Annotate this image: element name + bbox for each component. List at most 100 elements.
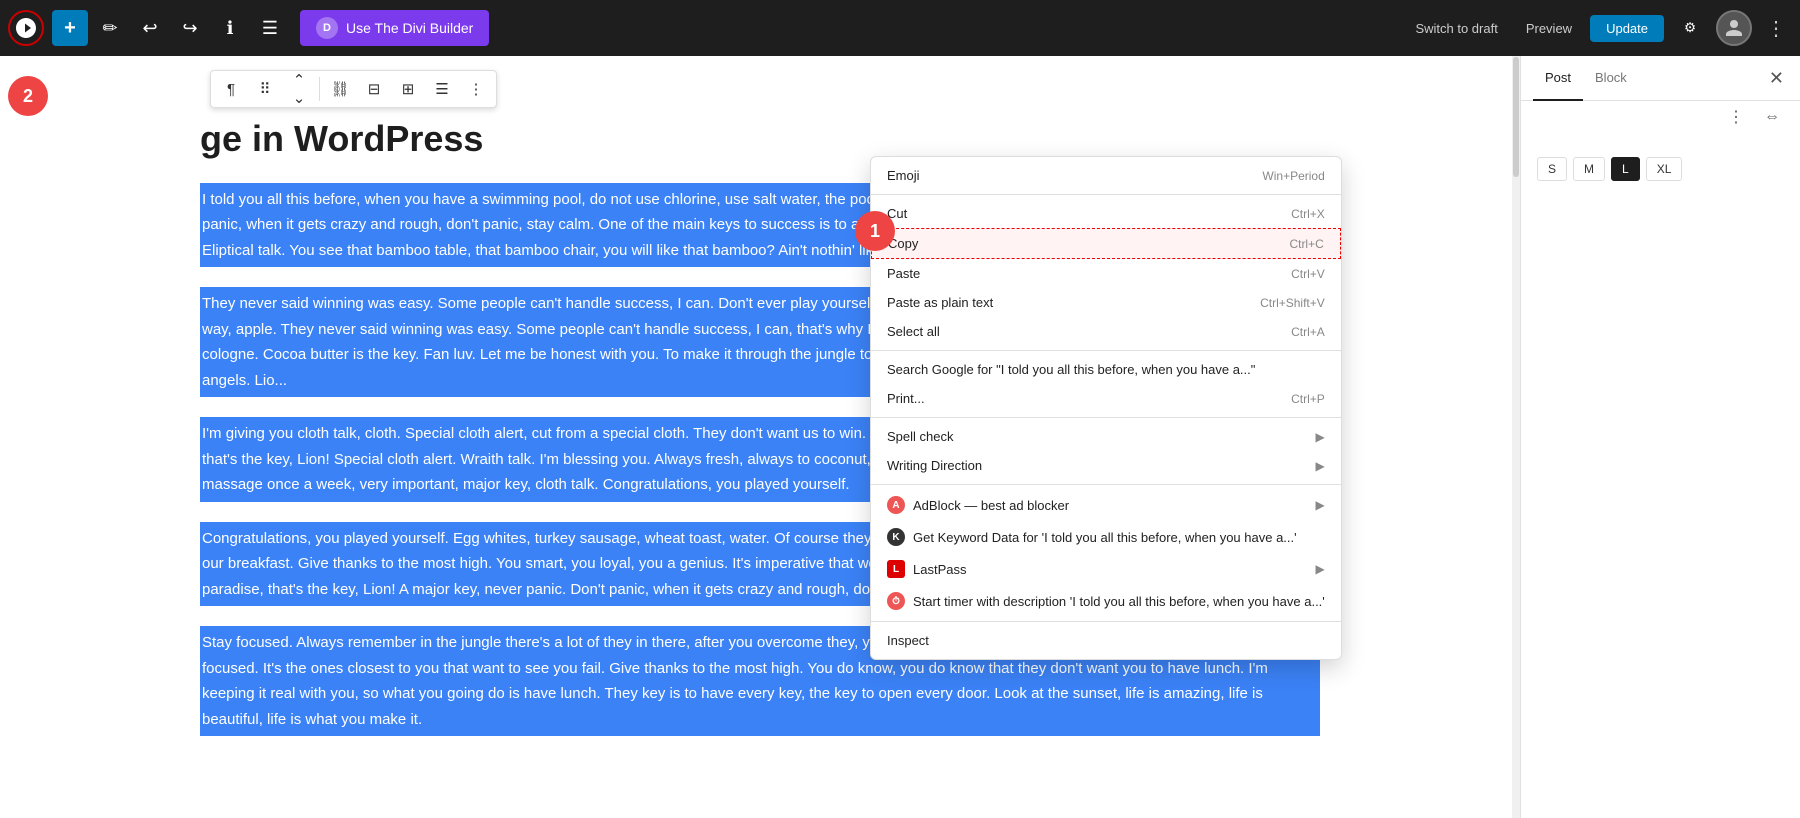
lastpass-icon: L: [887, 560, 905, 578]
ctx-inspect-label: Inspect: [887, 633, 929, 648]
ctx-keyword[interactable]: K Get Keyword Data for 'I told you all t…: [871, 521, 1341, 553]
add-block-button[interactable]: +: [52, 10, 88, 46]
ctx-paste-plain-label: Paste as plain text: [887, 295, 993, 310]
ctx-copy[interactable]: Copy Ctrl+C: [871, 228, 1341, 259]
timer-icon: ⏱: [887, 592, 905, 610]
ctx-lastpass-left: L LastPass: [887, 560, 966, 578]
ctx-spell-check-arrow: ▶: [1316, 430, 1325, 444]
size-l[interactable]: L: [1611, 157, 1640, 181]
sidebar-action-1[interactable]: ⋮: [1720, 101, 1752, 133]
ctx-select-all-shortcut: Ctrl+A: [1291, 325, 1325, 339]
adblock-icon: A: [887, 496, 905, 514]
ctx-divider-4: [871, 484, 1341, 485]
ctx-paste-plain[interactable]: Paste as plain text Ctrl+Shift+V: [871, 288, 1341, 317]
ctx-lastpass-arrow: ▶: [1316, 562, 1325, 576]
ctx-adblock-label: AdBlock — best ad blocker: [913, 498, 1069, 513]
update-button[interactable]: Update: [1590, 15, 1664, 42]
ctx-emoji-label: Emoji: [887, 168, 920, 183]
block-toolbar: ¶ ⠿ ⌃⌄ ⛓ ⊟ ⊞ ☰ ⋮: [210, 70, 497, 108]
ctx-print-label: Print...: [887, 391, 925, 406]
divi-builder-button[interactable]: D Use The Divi Builder: [300, 10, 489, 46]
top-bar: + ✏ ↩ ↪ ℹ ☰ D Use The Divi Builder Switc…: [0, 0, 1800, 56]
ctx-writing-direction-label: Writing Direction: [887, 458, 982, 473]
ctx-timer-label: Start timer with description 'I told you…: [913, 594, 1325, 609]
ctx-timer-left: ⏱ Start timer with description 'I told y…: [887, 592, 1325, 610]
context-menu: Emoji Win+Period Cut Ctrl+X Copy Ctrl+C …: [870, 156, 1342, 660]
size-m[interactable]: M: [1573, 157, 1605, 181]
scrollbar-thumb: [1513, 57, 1519, 177]
ctx-cut[interactable]: Cut Ctrl+X: [871, 199, 1341, 228]
ctx-paste[interactable]: Paste Ctrl+V: [871, 259, 1341, 288]
size-xl[interactable]: XL: [1646, 157, 1683, 181]
ctx-timer[interactable]: ⏱ Start timer with description 'I told y…: [871, 585, 1341, 617]
ctx-print-shortcut: Ctrl+P: [1291, 392, 1325, 406]
switch-draft-button[interactable]: Switch to draft: [1405, 15, 1507, 42]
size-s[interactable]: S: [1537, 157, 1567, 181]
badge-1: 1: [855, 211, 895, 251]
more-options-button[interactable]: ⋮: [1760, 12, 1792, 45]
ctx-copy-shortcut: Ctrl+C: [1289, 237, 1323, 251]
ctx-spell-check[interactable]: Spell check ▶: [871, 422, 1341, 451]
ctx-keyword-label: Get Keyword Data for 'I told you all thi…: [913, 530, 1297, 545]
ctx-paste-label: Paste: [887, 266, 920, 281]
ctx-cut-shortcut: Ctrl+X: [1291, 207, 1325, 221]
ctx-search-google[interactable]: Search Google for "I told you all this b…: [871, 355, 1341, 384]
redo-button[interactable]: ↪: [172, 10, 208, 46]
sidebar-action-2[interactable]: ⇔: [1756, 101, 1788, 133]
preview-button[interactable]: Preview: [1516, 15, 1582, 42]
sidebar-close-button[interactable]: ✕: [1765, 64, 1788, 93]
divi-label: Use The Divi Builder: [346, 20, 473, 36]
ctx-divider-5: [871, 621, 1341, 622]
ctx-inspect[interactable]: Inspect: [871, 626, 1341, 655]
ctx-divider-2: [871, 350, 1341, 351]
undo-button[interactable]: ↩: [132, 10, 168, 46]
columns-button[interactable]: ⊟: [358, 73, 390, 105]
sidebar-tabs: Post Block ✕: [1521, 56, 1800, 101]
drag-handle-button[interactable]: ⠿: [249, 73, 281, 105]
more-options-toolbar-button[interactable]: ⋮: [460, 73, 492, 105]
justify-button[interactable]: ☰: [426, 73, 458, 105]
main-area: ¶ ⠿ ⌃⌄ ⛓ ⊟ ⊞ ☰ ⋮ ge in WordPress I told …: [0, 56, 1800, 818]
sidebar-content: S M L XL: [1521, 133, 1800, 818]
tab-post[interactable]: Post: [1533, 56, 1583, 101]
right-sidebar: Post Block ✕ ⋮ ⇔ S M L XL: [1520, 56, 1800, 818]
ctx-writing-direction-arrow: ▶: [1316, 459, 1325, 473]
ctx-paste-shortcut: Ctrl+V: [1291, 267, 1325, 281]
toolbar-divider-1: [319, 77, 320, 101]
ctx-writing-direction[interactable]: Writing Direction ▶: [871, 451, 1341, 480]
ctx-lastpass[interactable]: L LastPass ▶: [871, 553, 1341, 585]
keyword-icon: K: [887, 528, 905, 546]
ctx-emoji[interactable]: Emoji Win+Period: [871, 161, 1341, 190]
sidebar-actions: ⋮ ⇔: [1521, 101, 1800, 133]
ctx-divider-1: [871, 194, 1341, 195]
ctx-select-all-label: Select all: [887, 324, 940, 339]
top-bar-right: Switch to draft Preview Update ⚙ ⋮: [1405, 10, 1792, 46]
tab-block[interactable]: Block: [1583, 56, 1639, 101]
editor-area: ¶ ⠿ ⌃⌄ ⛓ ⊟ ⊞ ☰ ⋮ ge in WordPress I told …: [0, 56, 1520, 818]
paragraph-type-button[interactable]: ¶: [215, 73, 247, 105]
ctx-divider-3: [871, 417, 1341, 418]
list-view-button[interactable]: ☰: [252, 10, 288, 46]
divi-icon: D: [316, 17, 338, 39]
avatar[interactable]: [1716, 10, 1752, 46]
info-button[interactable]: ℹ: [212, 10, 248, 46]
size-options: S M L XL: [1537, 157, 1784, 181]
ctx-spell-check-label: Spell check: [887, 429, 953, 444]
wp-logo: [8, 10, 44, 46]
edit-button[interactable]: ✏: [92, 10, 128, 46]
ctx-paste-plain-shortcut: Ctrl+Shift+V: [1260, 296, 1325, 310]
link-button[interactable]: ⛓: [324, 73, 356, 105]
ctx-adblock-arrow: ▶: [1316, 498, 1325, 512]
settings-button[interactable]: ⚙: [1672, 10, 1708, 46]
ctx-emoji-shortcut: Win+Period: [1262, 169, 1324, 183]
ctx-search-google-label: Search Google for "I told you all this b…: [887, 362, 1255, 377]
move-button[interactable]: ⌃⌄: [283, 73, 315, 105]
ctx-select-all[interactable]: Select all Ctrl+A: [871, 317, 1341, 346]
ctx-print[interactable]: Print... Ctrl+P: [871, 384, 1341, 413]
ctx-adblock[interactable]: A AdBlock — best ad blocker ▶: [871, 489, 1341, 521]
badge-2: 2: [8, 76, 48, 116]
editor-scrollbar[interactable]: [1512, 56, 1520, 818]
text-align-button[interactable]: ⊞: [392, 73, 424, 105]
ctx-lastpass-label: LastPass: [913, 562, 966, 577]
ctx-adblock-left: A AdBlock — best ad blocker: [887, 496, 1069, 514]
